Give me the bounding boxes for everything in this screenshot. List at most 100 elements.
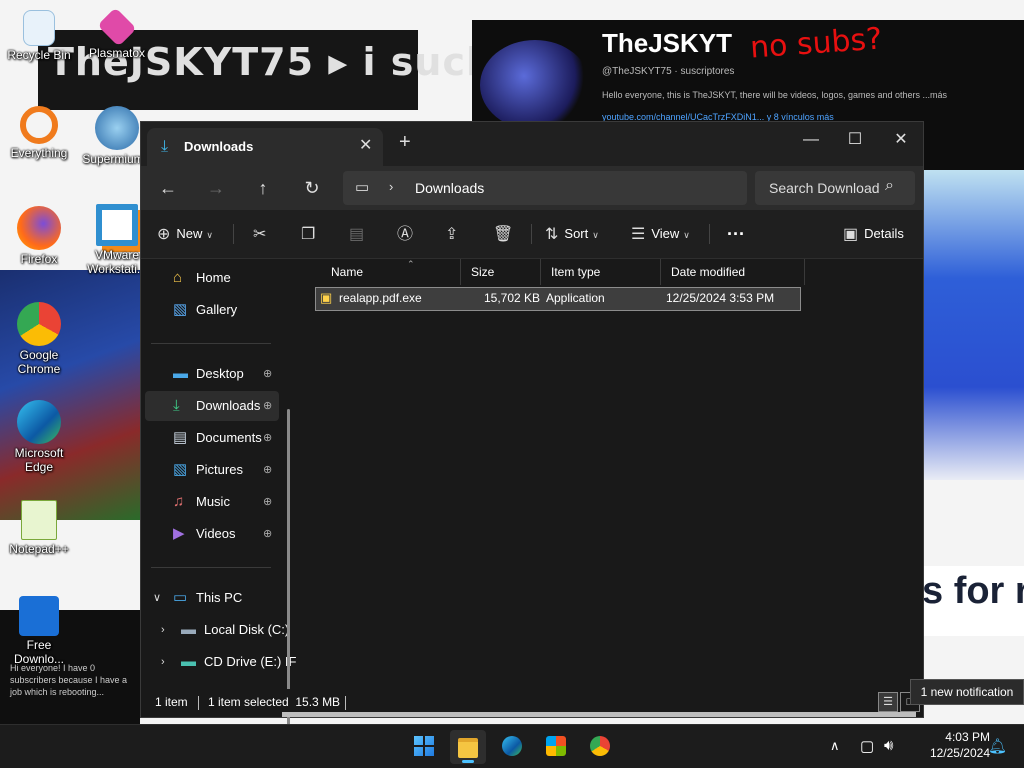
cut-button[interactable]: ✂ [253, 220, 272, 248]
desktop-icon-free-download-manager[interactable]: Free Downlo... [2, 596, 76, 666]
new-tab-button[interactable]: + [399, 132, 411, 152]
pin-icon: ⊕ [263, 464, 273, 476]
file-type: Application [546, 291, 605, 305]
document-icon: ▤ [173, 429, 188, 446]
toolbar-divider [531, 224, 532, 244]
nav-pane-scrollbar[interactable] [287, 409, 290, 731]
delete-button[interactable]: 🗑︎ [493, 220, 519, 248]
chevron-down-icon: ∨ [206, 230, 214, 240]
column-header-name[interactable]: Name ⌃ [321, 259, 461, 285]
horizontal-scrollbar[interactable] [282, 712, 916, 717]
nav-item-this-pc[interactable]: ∨ ▭ This PC [145, 583, 279, 613]
nav-item-documents[interactable]: ▤ Documents ⊕ [145, 423, 279, 453]
pin-icon: ⊕ [263, 400, 273, 412]
details-button[interactable]: ▣ Details [843, 220, 904, 248]
notepad-plus-plus-icon [21, 500, 57, 540]
up-button[interactable]: ↑ [246, 174, 280, 202]
desktop-icon-edge[interactable]: Microsoft Edge [2, 400, 76, 474]
chevron-down-icon: ∨ [592, 230, 599, 240]
gallery-icon: ▧ [173, 301, 188, 318]
desktop-icon-firefox[interactable]: Firefox [2, 206, 76, 266]
sort-button[interactable]: ⇅ Sort ∨ [545, 220, 599, 248]
monitor-icon: ▭ [355, 179, 370, 196]
start-button[interactable] [406, 730, 442, 764]
search-input[interactable]: Search Downloads [769, 180, 879, 196]
search-box[interactable]: Search Downloads ⌕ [755, 171, 915, 205]
copy-button[interactable]: ❐ [301, 220, 321, 248]
wallpaper-right-text: s for r [922, 570, 1024, 612]
desktop-icon-everything[interactable]: Everything [2, 106, 76, 160]
desktop-icon-notepadpp[interactable]: Notepad++ [2, 500, 76, 556]
taskbar-edge[interactable] [494, 730, 530, 764]
rename-button[interactable]: Ⓐ [397, 220, 419, 248]
maximize-button[interactable]: ☐ [833, 126, 877, 154]
nav-item-music[interactable]: ♫ Music ⊕ [145, 487, 279, 517]
edge-icon [502, 736, 522, 756]
sort-ascending-icon: ⌃ [407, 259, 415, 269]
network-icon[interactable]: ▢ [860, 737, 874, 755]
search-icon: ⌕ [885, 177, 894, 194]
navigation-pane: ⌂ Home ▧ Gallery ▬ Desktop ⊕ ⤓ Downloads… [141, 259, 296, 731]
nav-item-videos[interactable]: ▶ Videos ⊕ [145, 519, 279, 549]
nav-item-label: Pictures [196, 462, 243, 477]
windows-logo-icon [414, 736, 434, 756]
more-options-button[interactable]: ··· [727, 220, 745, 248]
column-header-size[interactable]: Size [461, 259, 541, 285]
chevron-right-icon[interactable]: › [161, 615, 165, 645]
volume-icon[interactable]: 🔊︎ [884, 737, 893, 754]
nav-divider [151, 343, 271, 344]
clock[interactable]: 4:03 PM 12/25/2024 [912, 729, 990, 761]
column-header-label: Name [331, 265, 364, 279]
column-header-date[interactable]: Date modified [661, 259, 805, 285]
desktop-icon-recycle-bin[interactable]: Recycle Bin [2, 10, 76, 62]
desktop-icon-label: Google Chrome [17, 348, 61, 376]
sort-icon: ⇅ [545, 225, 559, 243]
share-button[interactable]: ⇪ [445, 220, 464, 248]
toolbar-divider [709, 224, 710, 244]
paste-button[interactable]: ▤ [349, 220, 370, 248]
notification-bell-icon[interactable]: 🔔︎ [988, 737, 1007, 755]
column-header-type[interactable]: Item type [541, 259, 661, 285]
nav-item-pictures[interactable]: ▧ Pictures ⊕ [145, 455, 279, 485]
close-tab-icon[interactable]: ✕ [359, 135, 372, 155]
nav-item-downloads[interactable]: ⤓ Downloads ⊕ [145, 391, 279, 421]
table-row[interactable]: ▣ realapp.pdf.exe 15,702 KB Application … [315, 287, 801, 311]
taskbar-file-explorer[interactable] [450, 730, 486, 764]
tab-downloads[interactable]: ⤓ Downloads ✕ [147, 128, 383, 166]
nav-item-desktop[interactable]: ▬ Desktop ⊕ [145, 359, 279, 389]
breadcrumb-downloads[interactable]: Downloads [415, 180, 484, 196]
rename-icon: Ⓐ [397, 225, 414, 243]
pictures-icon: ▧ [173, 461, 188, 478]
wallpaper-channel-name: TheJSKYT [602, 28, 733, 58]
nav-item-cd-drive[interactable]: › ▬ CD Drive (E:) IF [145, 647, 296, 677]
back-button[interactable]: ← [151, 174, 185, 202]
view-button-label: View [651, 226, 680, 241]
view-button[interactable]: ☰ View ∨ [631, 220, 690, 248]
chrome-icon [590, 736, 610, 756]
address-bar[interactable]: ▭ › Downloads [343, 171, 747, 205]
breadcrumb-chevron-icon[interactable]: › [389, 179, 393, 194]
music-icon: ♫ [173, 493, 185, 510]
taskbar-chrome[interactable] [582, 730, 618, 764]
new-button[interactable]: ⊕ New ∨ [157, 220, 213, 248]
chevron-down-icon[interactable]: ∨ [153, 583, 161, 613]
wallpaper-channel-description: Hello everyone, this is TheJSKYT, there … [602, 90, 948, 100]
new-button-label: New [176, 226, 203, 241]
plus-circle-icon: ⊕ [157, 225, 171, 243]
taskbar-microsoft-store[interactable] [538, 730, 574, 764]
firefox-icon [17, 206, 61, 250]
nav-item-local-disk[interactable]: › ▬ Local Disk (C:) [145, 615, 289, 645]
command-bar: ⊕ New ∨ ✂ ❐ ▤ Ⓐ ⇪ 🗑︎ ⇅ Sort ∨ ☰ View ∨ ··· ▣ De… [141, 210, 923, 259]
minimize-button[interactable]: — [789, 126, 833, 154]
chevron-right-icon[interactable]: › [161, 647, 165, 677]
details-view-button[interactable]: ☰ [878, 692, 898, 712]
forward-button[interactable]: → [199, 174, 233, 202]
close-window-button[interactable]: ✕ [879, 126, 923, 154]
nav-item-gallery[interactable]: ▧ Gallery [145, 295, 279, 325]
desktop-icon-plasmatox[interactable]: Plasmatox [80, 7, 154, 60]
title-bar: ⤓ Downloads ✕ + — ☐ ✕ [141, 122, 923, 166]
refresh-button[interactable]: ↻ [295, 174, 329, 202]
nav-item-home[interactable]: ⌂ Home [145, 263, 279, 293]
desktop-icon-chrome[interactable]: Google Chrome [2, 302, 76, 376]
show-hidden-icons-chevron-icon[interactable]: ∧ [830, 738, 840, 754]
